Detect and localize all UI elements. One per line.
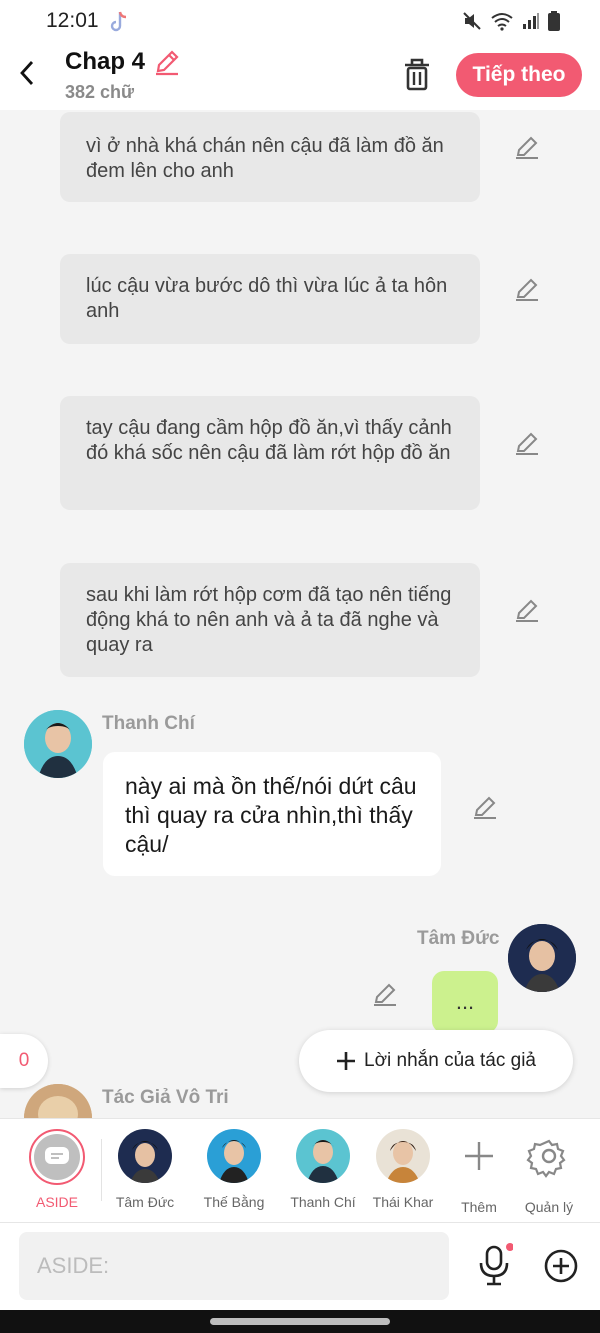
chapter-title: Chap 4 bbox=[65, 48, 146, 75]
system-nav-bar bbox=[0, 1310, 600, 1333]
author-note-button[interactable]: Lời nhắn của tác giả bbox=[299, 1030, 573, 1092]
character-thanh-chi[interactable]: Thanh Chí bbox=[278, 1129, 368, 1210]
avatar bbox=[376, 1129, 430, 1183]
next-button[interactable]: Tiếp theo bbox=[456, 53, 582, 97]
edit-icon[interactable] bbox=[514, 597, 540, 623]
aside-avatar bbox=[29, 1129, 85, 1185]
tiktok-icon bbox=[110, 11, 127, 32]
avatar-author bbox=[24, 1084, 92, 1118]
status-time: 12:01 bbox=[46, 9, 99, 32]
manage-button[interactable]: Quản lý bbox=[504, 1129, 594, 1215]
message-bubble[interactable]: này ai mà ồn thế/nói dứt câu thì quay ra… bbox=[103, 752, 441, 876]
character-the-bang[interactable]: Thế Bằng bbox=[189, 1129, 279, 1210]
add-circle-icon[interactable] bbox=[543, 1248, 579, 1284]
plus-icon bbox=[465, 1142, 493, 1170]
character-label: Thanh Chí bbox=[290, 1194, 356, 1210]
character-bar: ASIDE Tâm Đức Thế Bằng Thanh Chí Thái Kh… bbox=[0, 1118, 600, 1222]
chapter-header: Chap 4 382 chữ Tiếp theo bbox=[0, 44, 600, 110]
narration-box[interactable]: vì ở nhà khá chán nên cậu đã làm đồ ăn đ… bbox=[60, 112, 480, 202]
character-label: ASIDE bbox=[35, 1194, 78, 1210]
message-input[interactable] bbox=[19, 1232, 449, 1300]
speaker-name: Thanh Chí bbox=[102, 713, 195, 734]
edit-icon[interactable] bbox=[472, 794, 498, 820]
wifi-icon bbox=[491, 13, 513, 31]
narration-box[interactable]: tay cậu đang cầm hộp đồ ăn,vì thấy cảnh … bbox=[60, 396, 480, 510]
character-label: Thế Bằng bbox=[203, 1194, 265, 1210]
narration-box[interactable]: sau khi làm rớt hộp cơm đã tạo nên tiếng… bbox=[60, 563, 480, 677]
character-tam-duc[interactable]: Tâm Đức bbox=[100, 1129, 190, 1210]
edit-icon[interactable] bbox=[372, 981, 398, 1007]
gear-icon bbox=[526, 1139, 566, 1178]
plus-icon bbox=[337, 1052, 356, 1070]
input-bar bbox=[0, 1222, 600, 1310]
narration-box[interactable]: lúc cậu vừa bước dô thì vừa lúc ả ta hôn… bbox=[60, 254, 480, 344]
avatar bbox=[207, 1129, 261, 1183]
speaker-name: Tác Giả Vô Tri bbox=[102, 1087, 229, 1108]
author-note-label: Lời nhắn của tác giả bbox=[364, 1050, 536, 1071]
avatar[interactable] bbox=[508, 924, 576, 992]
character-label: Tâm Đức bbox=[115, 1194, 175, 1210]
avatar bbox=[296, 1129, 350, 1183]
edit-icon[interactable] bbox=[514, 134, 540, 160]
speaker-name: Tâm Đức bbox=[417, 928, 500, 949]
message-bubble[interactable]: ... bbox=[432, 971, 498, 1033]
chat-bubble-icon bbox=[45, 1147, 69, 1164]
avatar-tam-duc bbox=[508, 924, 576, 992]
character-aside[interactable]: ASIDE bbox=[12, 1129, 102, 1210]
avatar[interactable] bbox=[24, 710, 92, 778]
edit-icon[interactable] bbox=[514, 276, 540, 302]
status-bar: 12:01 bbox=[0, 0, 600, 44]
avatar[interactable] bbox=[24, 1084, 92, 1118]
edit-title-icon[interactable] bbox=[153, 48, 181, 76]
back-button[interactable] bbox=[12, 56, 42, 90]
comment-count-badge[interactable]: 0 bbox=[0, 1034, 48, 1088]
home-handle[interactable] bbox=[210, 1318, 390, 1325]
edit-icon[interactable] bbox=[514, 430, 540, 456]
microphone-icon[interactable] bbox=[477, 1243, 513, 1289]
word-count: 382 chữ bbox=[65, 82, 135, 102]
chevron-left-icon bbox=[20, 61, 34, 85]
character-label: Quản lý bbox=[524, 1199, 574, 1215]
avatar bbox=[118, 1129, 172, 1183]
avatar-thanh-chi bbox=[24, 710, 92, 778]
battery-icon bbox=[548, 11, 560, 31]
trash-icon[interactable] bbox=[400, 56, 434, 92]
signal-icon bbox=[523, 13, 539, 29]
mute-icon bbox=[463, 12, 481, 30]
